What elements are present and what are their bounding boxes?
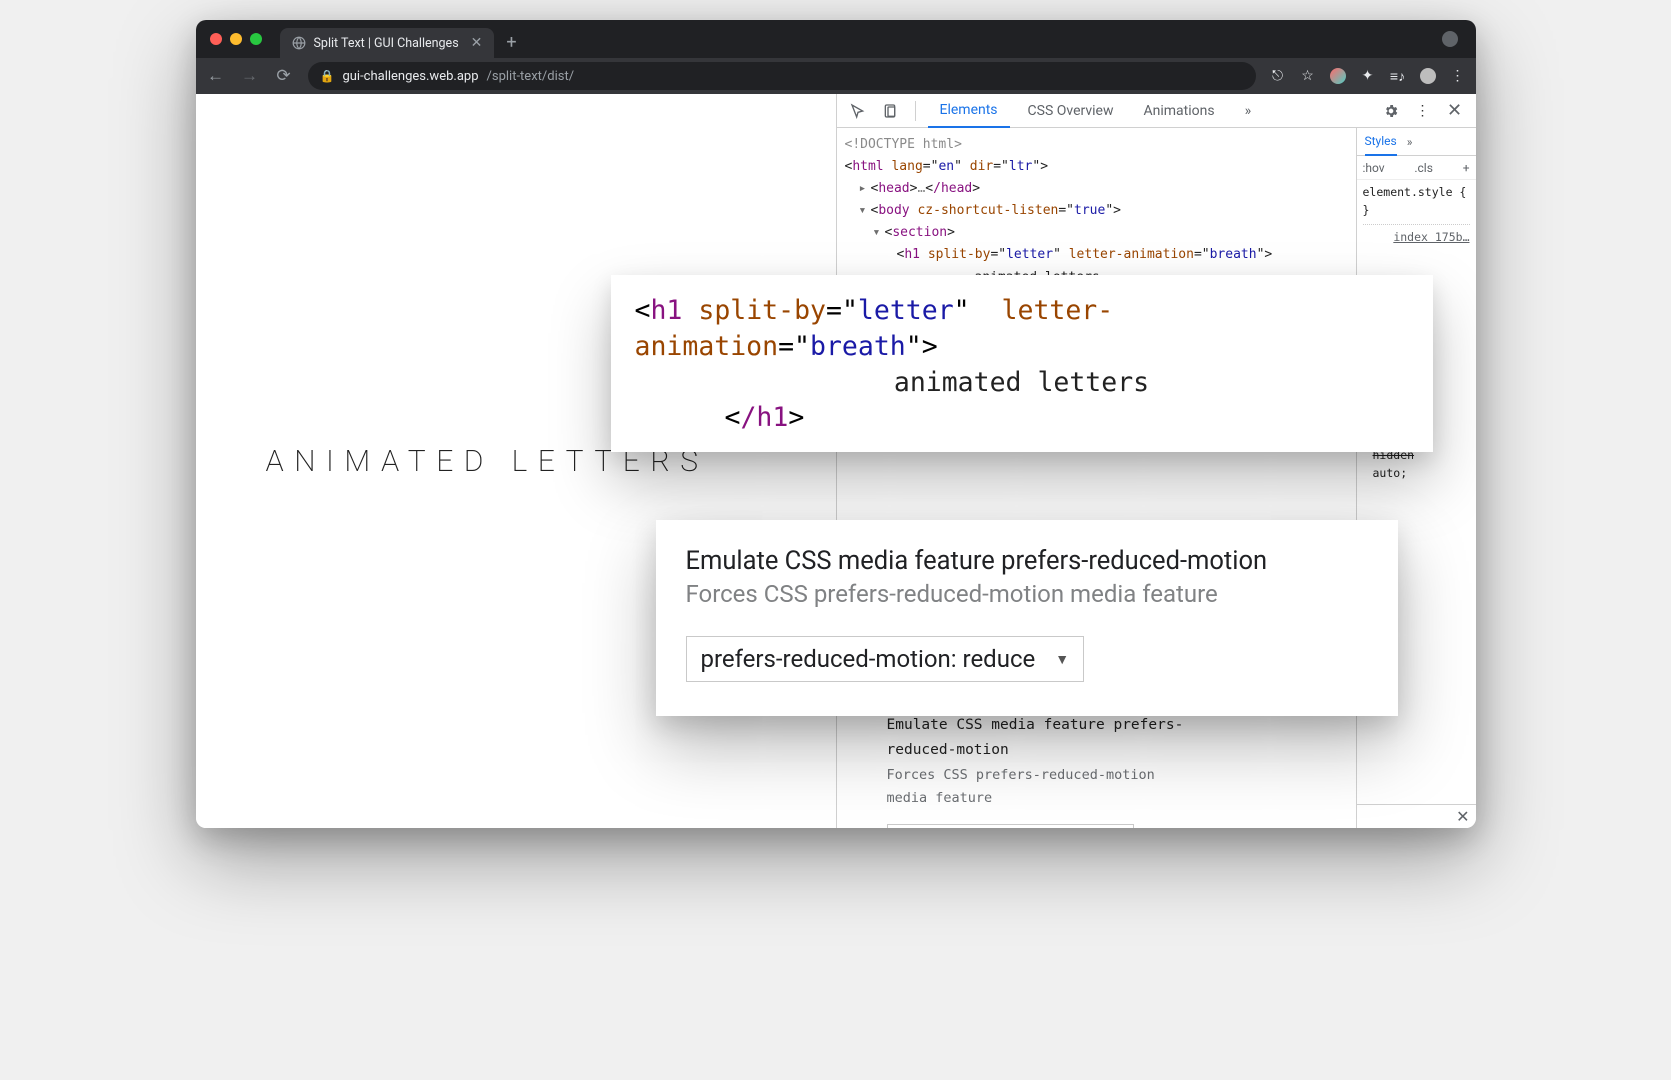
extensions-icon[interactable]: ✦ (1360, 68, 1376, 84)
translate-icon[interactable]: ⎋ (1270, 68, 1286, 84)
styles-sidebar: Styles » :hov .cls + element.style { } i… (1356, 128, 1476, 828)
new-rule-button[interactable]: + (1463, 161, 1470, 175)
render-popover-select-value: prefers-reduced-motion: reduce (701, 645, 1036, 673)
devtools-panel: Elements CSS Overview Animations » ⋮ ✕ <… (836, 94, 1476, 828)
globe-icon (292, 36, 306, 50)
render-popover-title: Emulate CSS media feature prefers-reduce… (686, 546, 1368, 576)
popover-text: animated letters (635, 365, 1409, 401)
stylesheet-link[interactable]: index 175b… (1393, 230, 1469, 244)
extension-icons: ⎋ ☆ ✦ ≡♪ ⋮ (1270, 68, 1466, 84)
forward-button[interactable]: → (240, 66, 260, 86)
tab-elements[interactable]: Elements (928, 94, 1010, 128)
window-controls (210, 33, 262, 45)
doctype-node: <!DOCTYPE html> (845, 134, 1348, 156)
settings-icon[interactable] (1378, 98, 1404, 124)
reading-list-icon[interactable]: ≡♪ (1390, 68, 1406, 84)
bookmark-icon[interactable]: ☆ (1300, 68, 1316, 84)
drawer-title: Emulate CSS media feature prefers-reduce… (887, 713, 1186, 762)
styles-tabs-overflow[interactable]: » (1407, 135, 1413, 149)
devtools-close-icon[interactable]: ✕ (1442, 98, 1468, 124)
url-path: /split-text/dist/ (487, 69, 575, 84)
maximize-window-button[interactable] (250, 33, 262, 45)
elements-tree[interactable]: <!DOCTYPE html> <html lang="en" dir="ltr… (837, 128, 1356, 828)
drawer-subtitle: Forces CSS prefers-reduced-motion media … (887, 764, 1186, 810)
popover-open-tag: <h1 split-by="letter" letter-animation="… (635, 293, 1409, 365)
titlebar: Split Text | GUI Challenges ✕ + (196, 20, 1476, 58)
body-node[interactable]: ▾<body cz-shortcut-listen="true"> (845, 200, 1348, 222)
minimize-window-button[interactable] (230, 33, 242, 45)
devtools-body: <!DOCTYPE html> <html lang="en" dir="ltr… (837, 128, 1476, 828)
popover-close-tag: </h1> (635, 400, 1409, 436)
h1-node[interactable]: <h1 split-by="letter" letter-animation="… (845, 244, 1348, 266)
devtools-menu-icon[interactable]: ⋮ (1410, 98, 1436, 124)
chrome-menu-icon[interactable]: ⋮ (1450, 68, 1466, 84)
toolbar: ← → ⟳ 🔒 gui-challenges.web.app/split-tex… (196, 58, 1476, 94)
drawer-select[interactable]: prefers-reduced-motion: reduce (887, 824, 1134, 828)
address-bar[interactable]: 🔒 gui-challenges.web.app/split-text/dist… (308, 62, 1256, 90)
styles-drawer-close[interactable]: ✕ (1357, 804, 1476, 828)
device-toggle-icon[interactable] (877, 98, 903, 124)
render-popover-select[interactable]: prefers-reduced-motion: reduce ▼ (686, 636, 1085, 682)
chevron-down-icon: ▼ (1055, 651, 1069, 668)
page-viewport: ANIMATED LETTERS (196, 94, 836, 828)
section-node[interactable]: ▾<section> (845, 222, 1348, 244)
rendering-drawer: Emulate CSS media feature prefers-reduce… (837, 698, 1236, 828)
profile-icon[interactable] (1442, 31, 1458, 47)
close-window-button[interactable] (210, 33, 222, 45)
reload-button[interactable]: ⟳ (274, 66, 294, 86)
content-area: ANIMATED LETTERS Elements CSS Overview A… (196, 94, 1476, 828)
html-open-node: <html lang="en" dir="ltr"> (845, 156, 1348, 178)
tab-title: Split Text | GUI Challenges (314, 36, 459, 51)
head-node[interactable]: ▸<head>…</head> (845, 178, 1348, 200)
code-popover: <h1 split-by="letter" letter-animation="… (611, 275, 1433, 452)
hov-toggle[interactable]: :hov (1363, 161, 1385, 175)
url-domain: gui-challenges.web.app (342, 69, 478, 84)
tab-animations[interactable]: Animations (1132, 94, 1227, 128)
close-tab-icon[interactable]: ✕ (471, 35, 483, 51)
extension-1-icon[interactable] (1330, 68, 1346, 84)
new-tab-button[interactable]: + (506, 32, 516, 53)
avatar-icon[interactable] (1420, 68, 1436, 84)
devtools-tabbar: Elements CSS Overview Animations » ⋮ ✕ (837, 94, 1476, 128)
render-popover-subtitle: Forces CSS prefers-reduced-motion media … (686, 580, 1368, 608)
tabs-overflow[interactable]: » (1233, 94, 1264, 128)
styles-tab[interactable]: Styles (1365, 134, 1397, 156)
element-style-label: element.style { (1363, 184, 1470, 202)
brace-close: } (1363, 202, 1470, 220)
render-popover: Emulate CSS media feature prefers-reduce… (656, 520, 1398, 716)
browser-window: Split Text | GUI Challenges ✕ + ← → ⟳ 🔒 … (196, 20, 1476, 828)
inspect-icon[interactable] (845, 98, 871, 124)
tab-css-overview[interactable]: CSS Overview (1016, 94, 1126, 128)
back-button[interactable]: ← (206, 66, 226, 86)
cls-toggle[interactable]: .cls (1414, 161, 1433, 175)
browser-tab[interactable]: Split Text | GUI Challenges ✕ (280, 28, 495, 58)
lock-icon: 🔒 (320, 69, 335, 83)
